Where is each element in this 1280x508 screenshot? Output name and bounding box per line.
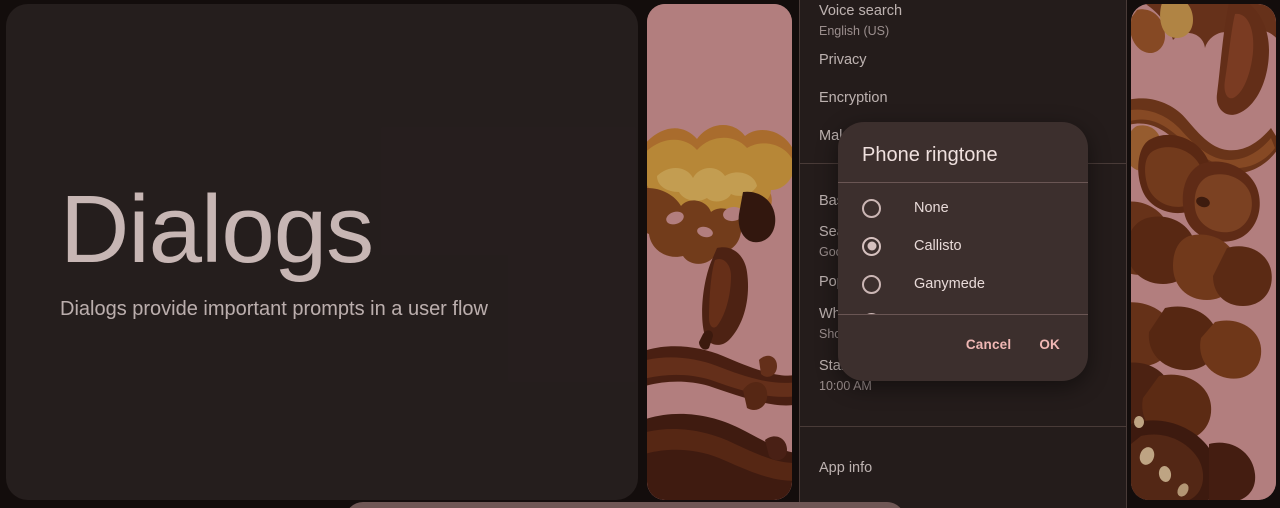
cancel-button[interactable]: Cancel [956,329,1021,360]
settings-row-encryption[interactable]: Encryption [799,80,1127,118]
seaweed-illustration-icon [647,4,792,500]
panel-right-edge [1126,0,1127,508]
radio-button-unselected-icon[interactable] [862,274,881,294]
row-subtitle: English (US) [819,24,890,39]
settings-row-privacy[interactable]: Privacy [799,42,1127,80]
radio-button-unselected-icon[interactable] [862,198,881,218]
next-section-peek-card[interactable] [345,502,905,508]
hero-text-block: Dialogs Dialogs provide important prompt… [60,182,600,321]
phone-ringtone-dialog[interactable]: Phone ringtone None Callisto Ganymede Lu… [838,122,1088,381]
option-label: None [914,200,949,216]
ok-button[interactable]: OK [1029,329,1070,360]
radio-button-selected-icon[interactable] [862,236,881,256]
seaweed-illustration-icon [1131,4,1276,500]
row-title: Voice search [819,2,903,19]
ringtone-option-ganymede[interactable]: Ganymede [838,265,1088,303]
ringtone-option-callisto[interactable]: Callisto [838,227,1088,265]
row-title: App info [819,460,873,477]
ringtone-option-luna[interactable]: Luna [838,303,1088,314]
option-label: Ganymede [914,276,985,292]
settings-group-3: App info [799,427,1127,483]
row-title: Privacy [819,52,867,69]
decorative-photo-left [647,4,792,500]
settings-row-voice-search[interactable]: Voice search English (US) [799,0,1127,42]
dialog-title: Phone ringtone [862,144,998,166]
panel-left-edge [799,0,800,508]
screen-root: Dialogs Dialogs provide important prompt… [0,0,1280,508]
decorative-photo-right [1131,4,1276,500]
ringtone-option-none[interactable]: None [838,189,1088,227]
dialog-action-bar: Cancel OK [838,315,1088,381]
row-title: Encryption [819,90,888,107]
page-subtitle: Dialogs provide important prompts in a u… [60,298,488,320]
option-label: Callisto [914,238,962,254]
hero-card: Dialogs Dialogs provide important prompt… [6,4,638,500]
page-title: Dialogs [60,176,374,283]
ringtone-options-list[interactable]: None Callisto Ganymede Luna [838,183,1088,314]
settings-row-app-info[interactable]: App info [799,455,1127,483]
